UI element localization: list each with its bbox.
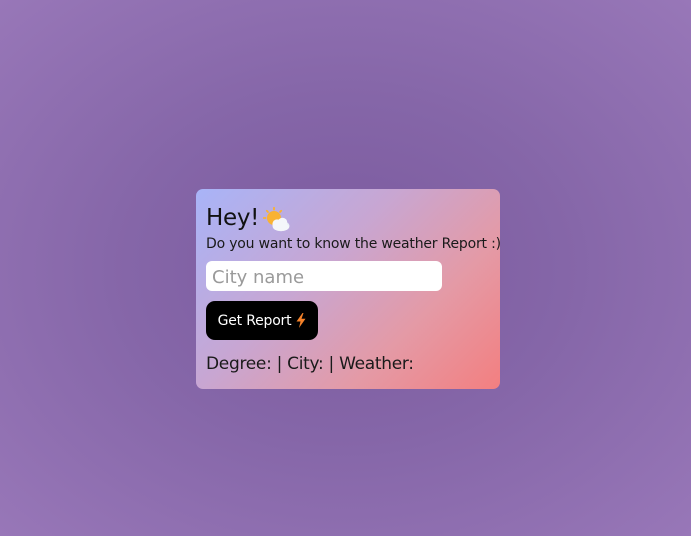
subtitle: Do you want to know the weather Report :…: [206, 236, 501, 252]
get-report-button[interactable]: Get Report: [206, 301, 318, 340]
weather-card: Hey! Do you want to know the weather Rep…: [196, 189, 501, 389]
sun-behind-cloud-icon: [262, 206, 291, 233]
page-title: Hey!: [206, 205, 260, 231]
title-row: Hey!: [206, 203, 490, 233]
lightning-bolt-icon: [296, 313, 306, 328]
city-name-input[interactable]: [206, 261, 442, 291]
get-report-label: Get Report: [217, 312, 292, 329]
weather-result: Degree: | City: | Weather:: [206, 354, 414, 374]
